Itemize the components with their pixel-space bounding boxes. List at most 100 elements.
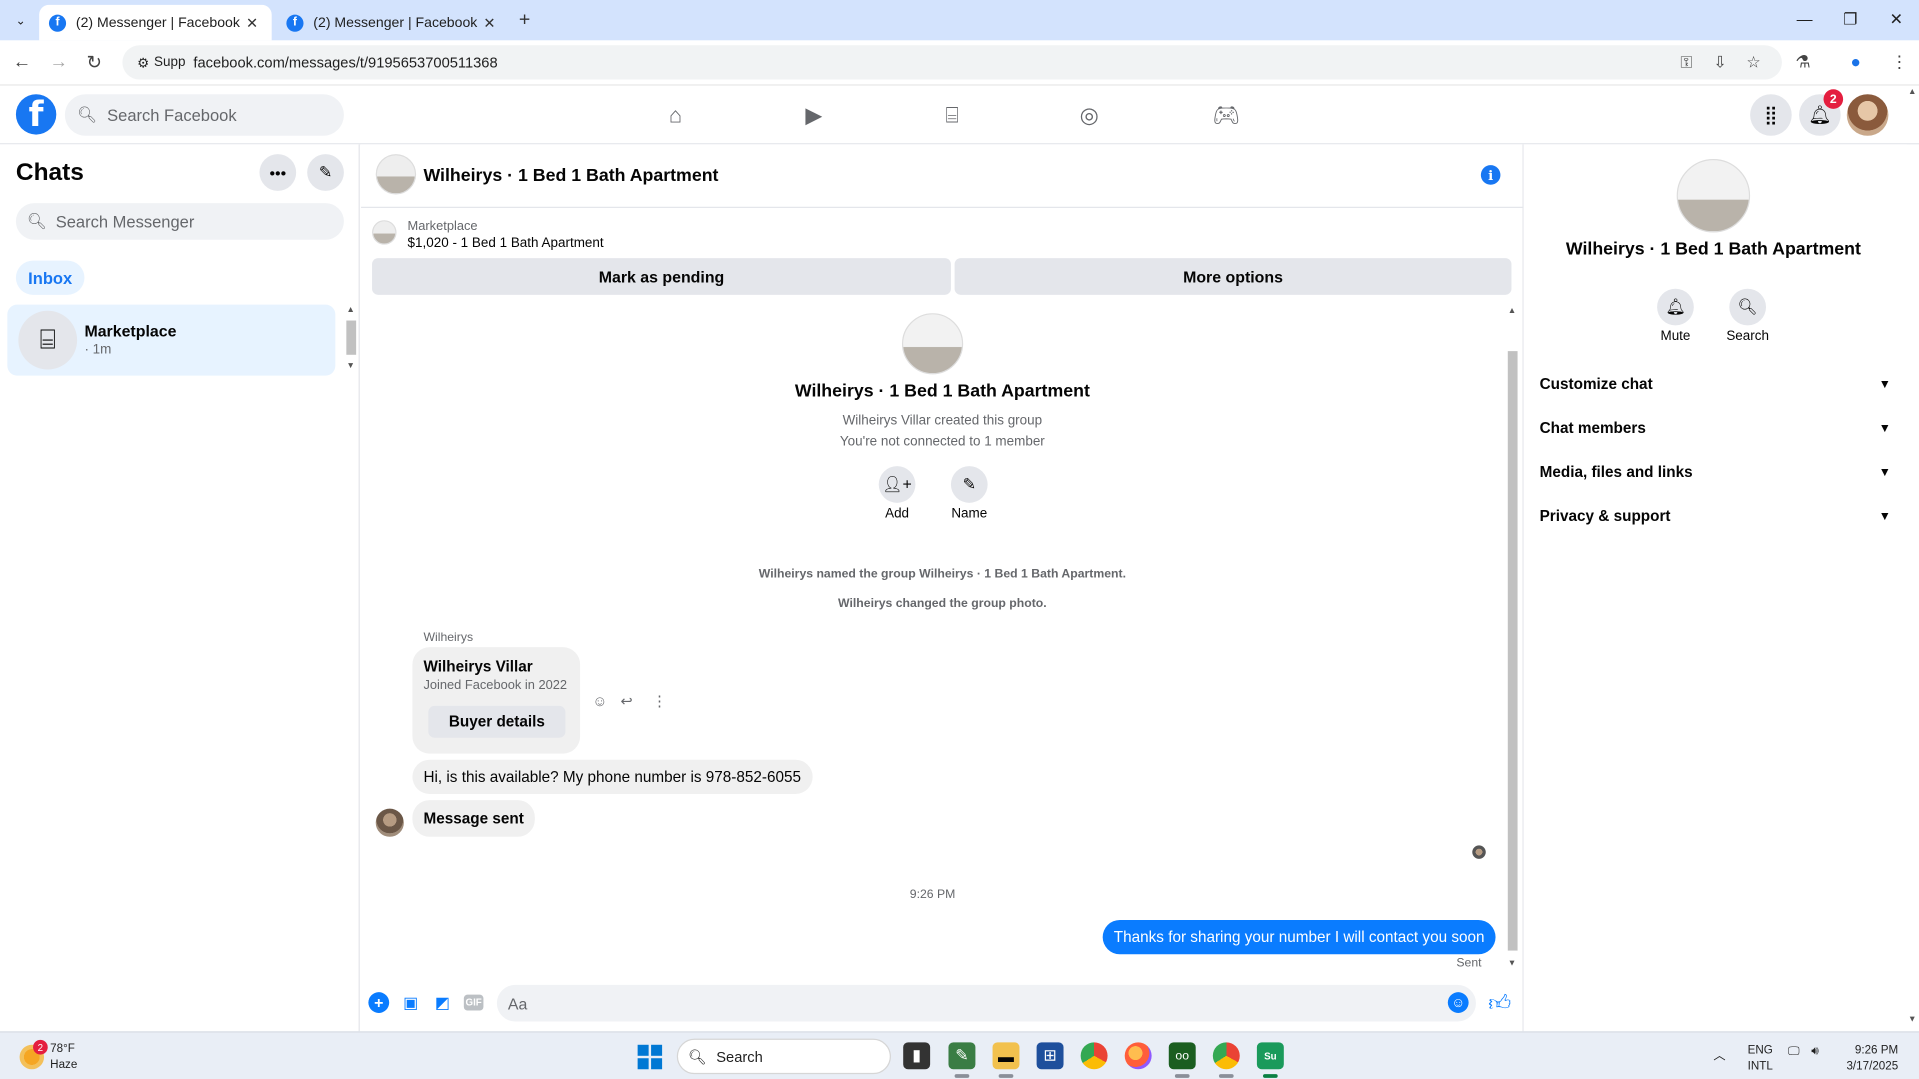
facebook-logo-icon[interactable]: f [15, 94, 57, 135]
labs-flask-icon[interactable]: ⚗ [1795, 51, 1810, 72]
site-info-chip[interactable]: ⚙ Supp [130, 50, 193, 74]
install-app-icon[interactable]: ⇩ [1713, 53, 1726, 73]
more-options-button[interactable]: More options [954, 258, 1512, 295]
tray-overflow-chevron-icon[interactable]: ︿ [1713, 1045, 1725, 1063]
group-avatar[interactable] [375, 154, 417, 195]
menu-grid-icon[interactable]: ⣿ [1750, 94, 1792, 136]
group-created-text: Wilheirys Villar created this group [842, 413, 1043, 429]
chats-sidebar: Chats ••• ✎ 🔍︎ Search Messenger Inbox ⌸ … [0, 144, 360, 1032]
scroll-up-icon[interactable]: ▲ [1508, 307, 1516, 316]
windows-taskbar: 2 78°F Haze 🔍︎ Search ▮ ✎ ▬ ⊞ oo Su ︿ EN… [0, 1031, 1919, 1079]
scroll-down-icon[interactable]: ▼ [346, 362, 354, 371]
scroll-up-icon[interactable]: ▲ [346, 306, 354, 315]
task-view-icon[interactable]: ▮ [903, 1042, 931, 1070]
add-member-icon[interactable]: 👤︎+ [878, 466, 916, 503]
chat-list-scrollbar[interactable]: ▲ ▼ [344, 306, 357, 375]
window-close-icon[interactable]: ✕ [1890, 10, 1903, 30]
forward-icon[interactable]: → [47, 51, 71, 72]
new-message-icon[interactable]: ✎ [307, 154, 344, 191]
browser-menu-icon[interactable]: ⋮ [1891, 51, 1908, 72]
chevron-down-icon: ▼ [1878, 377, 1891, 391]
incoming-message[interactable]: Message sent [412, 800, 535, 837]
scroll-thumb[interactable] [1507, 351, 1518, 951]
scroll-thumb[interactable] [346, 320, 357, 355]
microsoft-store-icon[interactable]: ⊞ [1036, 1042, 1064, 1070]
sender-avatar[interactable] [375, 808, 404, 837]
emoji-icon[interactable]: ☺ [1447, 992, 1469, 1013]
messenger-search-input[interactable]: 🔍︎ Search Messenger [15, 203, 344, 240]
notes-app-icon[interactable]: ✎ [948, 1042, 976, 1070]
chrome-profile-icon[interactable] [1212, 1042, 1240, 1070]
reply-icon[interactable]: ↩ [620, 692, 632, 709]
running-indicator [1174, 1074, 1190, 1078]
thumbs-up-icon[interactable]: 👍︎ [1488, 990, 1511, 1017]
edit-name-icon[interactable]: ✎ [950, 466, 988, 503]
supp-app-icon[interactable]: Su [1256, 1042, 1284, 1070]
reload-icon[interactable]: ↻ [82, 51, 106, 74]
language-indicator[interactable]: ENG INTL [1748, 1042, 1773, 1074]
weather-description[interactable]: Haze [50, 1058, 77, 1071]
inbox-filter-tab[interactable]: Inbox [15, 260, 85, 295]
facebook-search-input[interactable]: 🔍︎ Search Facebook [64, 94, 344, 136]
message-input[interactable]: Aa [496, 984, 1476, 1022]
network-icon[interactable]: 🖵︎ [1788, 1045, 1800, 1058]
listing-title[interactable]: $1,020 - 1 Bed 1 Bath Apartment [408, 236, 604, 251]
groups-icon[interactable]: ◎ [1073, 100, 1105, 129]
minimize-icon[interactable]: — [1797, 10, 1813, 28]
new-tab-icon[interactable]: + [519, 10, 530, 32]
windows-start-icon[interactable] [637, 1044, 663, 1070]
plus-icon[interactable]: + [368, 992, 390, 1013]
mark-as-pending-button[interactable]: Mark as pending [372, 258, 951, 295]
chrome-icon[interactable] [1080, 1042, 1108, 1070]
taskbar-search-box[interactable]: 🔍︎ Search [676, 1038, 891, 1075]
firefox-icon[interactable] [1124, 1042, 1152, 1070]
conversation-item-marketplace[interactable]: ⌸ Marketplace · 1m [7, 304, 336, 376]
back-icon[interactable]: ← [10, 51, 34, 72]
listing-thumbnail[interactable] [372, 220, 397, 245]
chat-members-row[interactable]: Chat members ▼ [1540, 416, 1891, 440]
voicemail-app-icon[interactable]: oo [1168, 1042, 1196, 1070]
conversation-title[interactable]: Wilheirys · 1 Bed 1 Bath Apartment [423, 166, 718, 186]
scroll-up-icon[interactable]: ▲ [1908, 88, 1916, 97]
gaming-icon[interactable]: 🎮︎ [1210, 100, 1242, 129]
scroll-down-icon[interactable]: ▼ [1908, 1015, 1916, 1024]
weather-temperature[interactable]: 78°F [50, 1042, 75, 1055]
more-actions-icon[interactable]: ⋮ [652, 692, 667, 709]
address-bar[interactable]: ⚙ Supp facebook.com/messages/t/919565370… [122, 45, 1782, 80]
gif-icon[interactable]: GIF [463, 994, 484, 1011]
mute-label: Mute [1660, 329, 1691, 344]
outgoing-message[interactable]: Thanks for sharing your number I will co… [1102, 919, 1496, 955]
page-scrollbar[interactable]: ▲ ▼ [1907, 86, 1919, 1032]
privacy-support-row[interactable]: Privacy & support ▼ [1540, 504, 1891, 528]
tab-close-icon[interactable]: ✕ [480, 14, 500, 31]
account-avatar[interactable] [1846, 94, 1889, 136]
tab-close-icon[interactable]: ✕ [242, 14, 262, 31]
scroll-down-icon[interactable]: ▼ [1508, 959, 1516, 968]
profile-icon[interactable]: ● [1850, 51, 1860, 71]
buyer-details-button[interactable]: Buyer details [428, 705, 566, 738]
video-icon[interactable]: ▶ [798, 100, 830, 129]
incoming-message[interactable]: Hi, is this available? My phone number i… [412, 759, 813, 794]
media-files-links-row[interactable]: Media, files and links ▼ [1540, 460, 1891, 484]
browser-tab-2[interactable]: f (2) Messenger | Facebook ✕ [277, 5, 510, 40]
home-icon[interactable]: ⌂ [660, 100, 692, 129]
conversation-name: Marketplace [84, 321, 177, 341]
bookmark-star-icon[interactable]: ☆ [1746, 53, 1760, 73]
thread-scrollbar[interactable]: ▲ ▼ [1505, 305, 1520, 972]
volume-icon[interactable]: 🔊︎ [1811, 1045, 1819, 1058]
search-icon[interactable]: 🔍︎ [1729, 288, 1767, 326]
sticker-icon[interactable]: ◩ [432, 992, 453, 1013]
react-emoji-icon[interactable]: ☺ [592, 692, 607, 709]
restore-icon[interactable]: ❐ [1843, 10, 1857, 30]
password-key-icon[interactable]: ⚿ [1680, 53, 1692, 73]
browser-tab-1[interactable]: f (2) Messenger | Facebook ✕ [39, 4, 272, 41]
info-icon[interactable]: i [1480, 165, 1501, 185]
mute-bell-icon[interactable]: 🔔︎ [1657, 288, 1694, 326]
file-explorer-icon[interactable]: ▬ [992, 1042, 1020, 1070]
marketplace-icon[interactable]: ⌸ [936, 100, 968, 129]
chat-options-icon[interactable]: ••• [259, 154, 297, 191]
tab-search-chevron-icon[interactable]: ⌄ [10, 10, 32, 32]
customize-chat-row[interactable]: Customize chat ▼ [1540, 372, 1891, 396]
system-clock[interactable]: 9:26 PM 3/17/2025 [1843, 1042, 1898, 1074]
photo-icon[interactable]: ▣ [400, 992, 421, 1013]
